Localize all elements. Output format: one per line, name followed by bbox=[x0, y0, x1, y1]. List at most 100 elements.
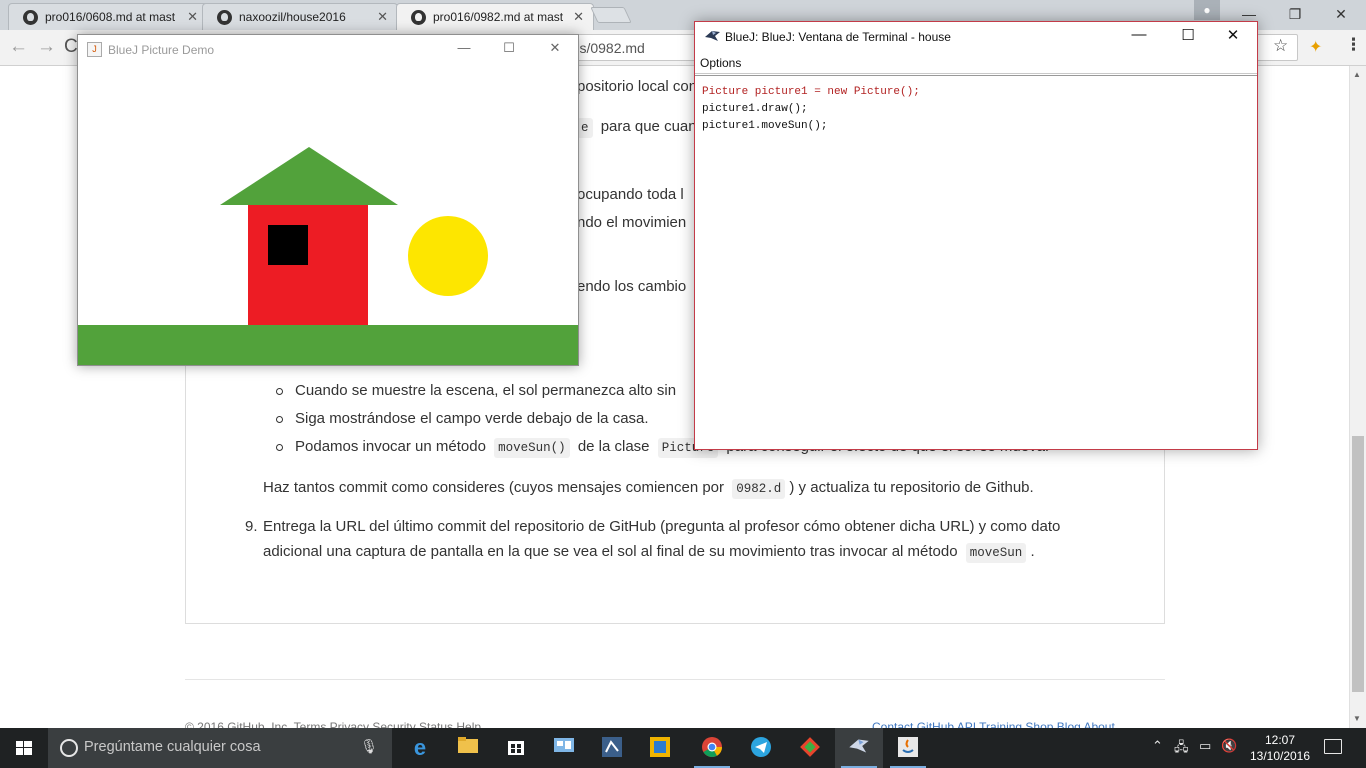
content-text: ocupando toda l bbox=[577, 186, 684, 203]
list-item: Cuando se muestre la escena, el sol perm… bbox=[295, 382, 677, 399]
tab-title: pro016/0608.md at mast bbox=[45, 10, 176, 24]
list-item: Siga mostrándose el campo verde debajo d… bbox=[295, 410, 649, 427]
browser-tab-house2016[interactable]: naxoozil/house2016 ✕ bbox=[202, 3, 398, 30]
action-center-icon[interactable] bbox=[1324, 739, 1342, 754]
bluej-bird-icon bbox=[847, 736, 871, 760]
content-text: e para que cuan bbox=[577, 118, 697, 138]
menu-options[interactable]: Options bbox=[700, 56, 741, 70]
tab-close-icon[interactable]: ✕ bbox=[573, 9, 584, 25]
close-icon[interactable]: ✕ bbox=[1211, 26, 1255, 44]
bookmark-star-icon[interactable]: ☆ bbox=[1273, 36, 1288, 56]
sticky-app[interactable] bbox=[636, 728, 684, 768]
new-tab-button[interactable] bbox=[590, 7, 632, 23]
content-text: para que cuan bbox=[600, 118, 697, 135]
microphone-icon[interactable]: 🎙 bbox=[360, 738, 378, 755]
tab-close-icon[interactable]: ✕ bbox=[187, 9, 198, 25]
extension-icon[interactable]: ✦ bbox=[1309, 37, 1322, 57]
store-app[interactable] bbox=[492, 728, 540, 768]
file-explorer-app[interactable] bbox=[444, 728, 492, 768]
sql-app[interactable] bbox=[588, 728, 636, 768]
java-icon: J bbox=[87, 42, 102, 57]
back-arrow-icon[interactable]: ← bbox=[9, 36, 28, 58]
list-bullet bbox=[276, 416, 283, 423]
terminal-output[interactable]: Picture picture1 = new Picture(); pictur… bbox=[695, 75, 1257, 450]
browser-tab-0608[interactable]: pro016/0608.md at mast ✕ bbox=[8, 3, 208, 30]
scroll-down-icon[interactable]: ▼ bbox=[1353, 714, 1361, 723]
content-text: Podamos invocar un método bbox=[295, 438, 486, 455]
terminal-window[interactable]: BlueJ: BlueJ: Ventana de Terminal - hous… bbox=[694, 21, 1258, 450]
clock-date: 13/10/2016 bbox=[1249, 749, 1311, 763]
edge-app[interactable]: e bbox=[396, 728, 444, 768]
tab-close-icon[interactable]: ✕ bbox=[377, 9, 388, 25]
chrome-menu-icon[interactable]: ⋮ bbox=[1345, 35, 1362, 55]
forward-arrow-icon[interactable]: → bbox=[37, 36, 56, 58]
java-app[interactable] bbox=[884, 728, 932, 768]
scroll-up-icon[interactable]: ▲ bbox=[1353, 70, 1361, 79]
volume-icon[interactable]: 🔇 bbox=[1221, 738, 1237, 754]
footer-links-right[interactable]: Contact GitHub API Training Shop Blog Ab… bbox=[872, 720, 1115, 728]
search-placeholder: Pregúntame cualquier cosa bbox=[84, 739, 261, 755]
inline-code: moveSun bbox=[965, 543, 1027, 563]
git-icon bbox=[798, 736, 822, 760]
folder-icon bbox=[456, 736, 480, 760]
list-number: 9. bbox=[245, 518, 258, 535]
content-text: endo los cambio bbox=[577, 278, 687, 295]
maximize-icon[interactable]: ☐ bbox=[494, 40, 524, 56]
sun bbox=[408, 216, 488, 296]
house-window bbox=[268, 225, 308, 265]
cortana-icon bbox=[60, 739, 78, 757]
content-text: . bbox=[1030, 543, 1035, 560]
clock-time: 12:07 bbox=[1264, 733, 1296, 747]
cortana-search-box[interactable]: Pregúntame cualquier cosa 🎙 bbox=[48, 728, 392, 768]
telegram-app[interactable] bbox=[737, 728, 785, 768]
terminal-line: picture1.moveSun(); bbox=[702, 120, 828, 132]
inline-code: 0982.d bbox=[732, 479, 786, 499]
taskbar-clock[interactable]: 12:07 13/10/2016 bbox=[1248, 732, 1312, 764]
github-icon bbox=[23, 10, 38, 25]
content-text: ndo el movimien bbox=[577, 214, 687, 231]
window-titlebar[interactable]: J BlueJ Picture Demo — ☐ ✕ bbox=[78, 35, 578, 65]
telegram-icon bbox=[749, 736, 773, 760]
close-icon[interactable]: ✕ bbox=[540, 40, 570, 56]
tray-chevron-icon[interactable]: ⌃ bbox=[1152, 738, 1163, 754]
user-profile-icon[interactable]: ● bbox=[1194, 0, 1220, 20]
inline-code: e bbox=[577, 118, 593, 138]
store-icon bbox=[504, 736, 528, 760]
picture-canvas bbox=[78, 65, 578, 365]
database-app-icon bbox=[600, 736, 624, 760]
close-icon[interactable]: ✕ bbox=[1318, 0, 1364, 30]
git-app[interactable] bbox=[786, 728, 834, 768]
terminal-menubar: Options bbox=[695, 53, 1257, 74]
content-paragraph: Haz tantos commit como consideres (cuyos… bbox=[263, 479, 1034, 499]
monitor-app-icon bbox=[552, 736, 576, 760]
browser-tab-0982[interactable]: pro016/0982.md at mast ✕ bbox=[396, 3, 594, 31]
bluej-bird-icon bbox=[705, 31, 720, 41]
content-text: Haz tantos commit como consideres (cuyos… bbox=[263, 479, 725, 496]
start-button[interactable] bbox=[0, 728, 48, 768]
minimize-icon[interactable]: — bbox=[449, 40, 479, 55]
picture-demo-window[interactable]: J BlueJ Picture Demo — ☐ ✕ bbox=[77, 34, 579, 366]
content-text: de la clase bbox=[577, 438, 650, 455]
content-text: adicional una captura de pantalla en la … bbox=[263, 543, 958, 560]
restore-icon[interactable]: ❐ bbox=[1272, 0, 1318, 30]
terminal-line: Picture picture1 = new Picture(); bbox=[702, 86, 920, 98]
maximize-icon[interactable]: ☐ bbox=[1166, 26, 1210, 44]
content-text: ) y actualiza tu repositorio de Github. bbox=[789, 479, 1034, 496]
tab-title: pro016/0982.md at mast bbox=[433, 10, 564, 24]
content-text: positorio local con bbox=[577, 78, 698, 95]
minimize-icon[interactable]: — bbox=[1117, 26, 1161, 43]
battery-icon[interactable]: ▭ bbox=[1199, 738, 1211, 754]
bluej-project-app[interactable] bbox=[540, 728, 588, 768]
grass-field bbox=[78, 325, 578, 365]
page-scrollbar[interactable]: ▲ ▼ bbox=[1349, 66, 1366, 728]
footer-links-left[interactable]: © 2016 GitHub, Inc. Terms Privacy Securi… bbox=[185, 720, 481, 728]
reload-icon[interactable]: C bbox=[64, 36, 78, 58]
scrollbar-thumb[interactable] bbox=[1352, 436, 1364, 692]
tab-title: naxoozil/house2016 bbox=[239, 10, 346, 24]
bluej-app[interactable] bbox=[835, 728, 883, 768]
window-titlebar[interactable]: BlueJ: BlueJ: Ventana de Terminal - hous… bbox=[695, 22, 1257, 53]
github-icon bbox=[217, 10, 232, 25]
content-text: Entrega la URL del último commit del rep… bbox=[263, 518, 1061, 535]
network-icon[interactable]: 🖧 bbox=[1174, 738, 1189, 760]
chrome-app[interactable] bbox=[688, 728, 736, 768]
